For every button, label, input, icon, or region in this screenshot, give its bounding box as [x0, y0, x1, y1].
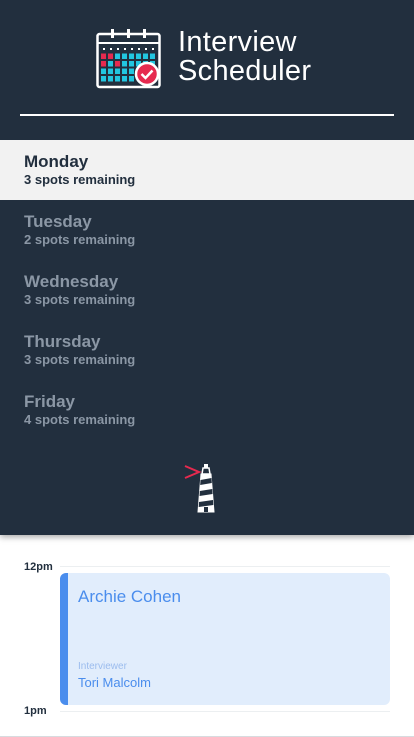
student-name: Archie Cohen [78, 587, 182, 606]
time-label-1pm: 1pm [24, 705, 47, 717]
app-title-line-1: Interview [178, 26, 297, 58]
day-name: Thursday [24, 332, 101, 351]
sidebar: Interview Scheduler Monday 3 spots remai… [0, 0, 414, 535]
day-name: Tuesday [24, 212, 92, 231]
schedule: 12pm Archie Cohen Interviewer Tori Malco… [0, 535, 414, 737]
day-name: Friday [24, 392, 76, 411]
day-item-tuesday[interactable]: Tuesday 2 spots remaining [0, 200, 414, 260]
day-spots: 3 spots remaining [24, 172, 136, 187]
day-spots: 3 spots remaining [24, 352, 136, 367]
day-name: Wednesday [24, 272, 119, 291]
interviewer-label: Interviewer [78, 661, 127, 672]
hour-line [60, 711, 390, 712]
day-item-monday[interactable]: Monday 3 spots remaining [0, 140, 414, 200]
app-title: Interview Scheduler [178, 28, 311, 86]
calendar-check-icon [96, 29, 161, 89]
day-spots: 4 spots remaining [24, 412, 136, 427]
day-item-thursday[interactable]: Thursday 3 spots remaining [0, 320, 414, 380]
app-title-line-2: Scheduler [178, 55, 312, 87]
appointment-card[interactable]: Archie Cohen Interviewer Tori Malcolm [60, 573, 390, 705]
interviewer-name: Tori Malcolm [78, 675, 151, 690]
hour-line [60, 566, 390, 567]
header-divider [20, 114, 394, 116]
lighthouse-icon [184, 464, 215, 513]
day-name: Monday [24, 152, 89, 171]
app-brand: Interview Scheduler [96, 28, 326, 90]
day-list: Monday 3 spots remaining Tuesday 2 spots… [0, 140, 414, 440]
day-spots: 3 spots remaining [24, 292, 136, 307]
time-label-12pm: 12pm [24, 561, 53, 573]
day-item-friday[interactable]: Friday 4 spots remaining [0, 380, 414, 440]
day-spots: 2 spots remaining [24, 232, 136, 247]
day-item-wednesday[interactable]: Wednesday 3 spots remaining [0, 260, 414, 320]
